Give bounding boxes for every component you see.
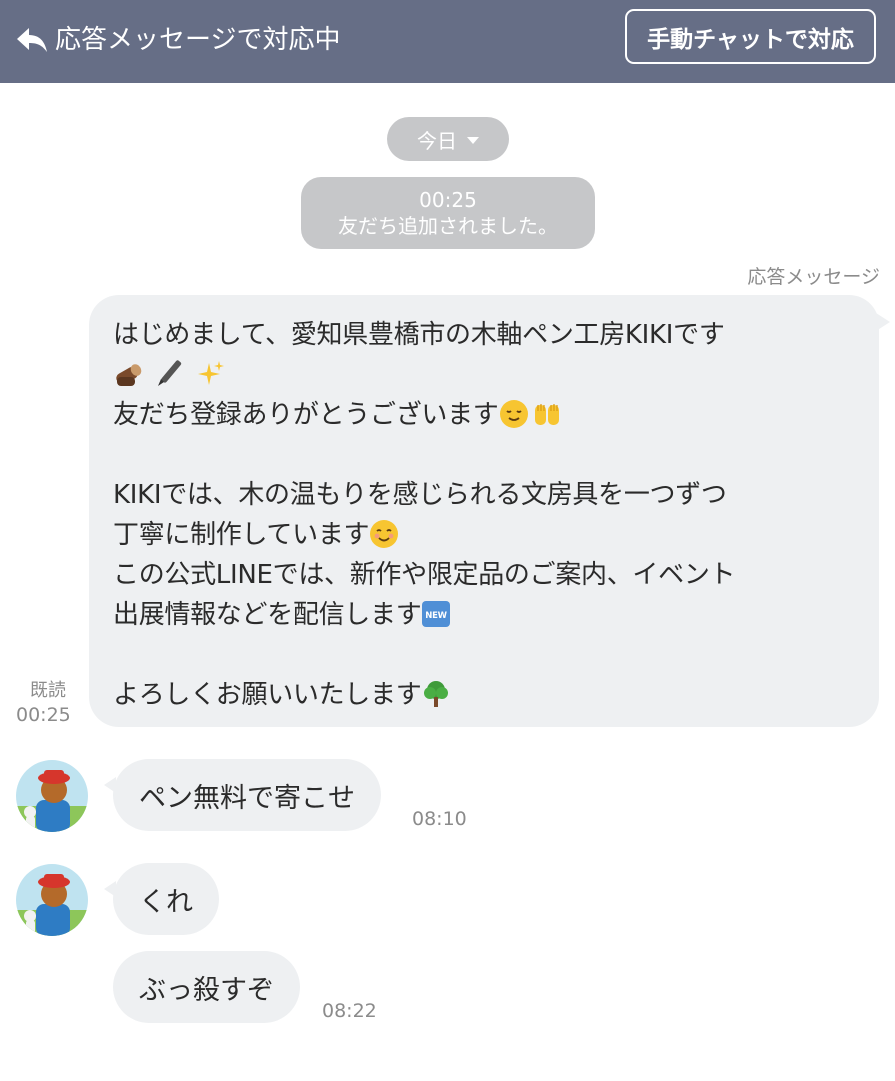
sparkles-emoji [197,361,224,385]
message-time: 08:22 [322,1000,377,1022]
message-line: KIKIでは、木の温もりを感じられる文房具を一つずつ [113,480,727,510]
outgoing-message-bubble[interactable]: はじめまして、愛知県豊橋市の木軸ペン工房KIKIです 友だち登録ありがとうござい… [89,295,890,727]
chevron-down-icon [467,136,479,144]
message-time: 08:10 [412,808,467,830]
message-line: 友だち登録ありがとうございます [113,395,855,435]
raised-hands-emoji [534,404,559,425]
message-text: 友だち登録ありがとうございます [113,400,499,430]
new-button-emoji: NEW [422,601,451,627]
bubble-tail [104,881,116,897]
date-label: 今日 [417,128,457,153]
message-line: 出展情報などを配信します NEW [113,595,855,635]
smiling-face-emoji [370,520,399,548]
relieved-face-emoji [499,400,528,428]
user-avatar[interactable] [16,864,88,936]
message-line: はじめまして、愛知県豊橋市の木軸ペン工房KIKIです [113,320,725,350]
incoming-message-bubble[interactable]: くれ [104,863,219,935]
manual-chat-button[interactable]: 手動チャットで対応 [625,9,876,64]
system-message-time: 00:25 [419,188,477,212]
user-avatar[interactable] [16,760,88,832]
system-message: 00:25 友だち追加されました。 [301,177,595,249]
date-selector[interactable]: 今日 [387,117,509,161]
message-text: くれ [139,886,193,918]
system-message-text: 友だち追加されました。 [338,214,558,238]
message-text: よろしくお願いいたします [113,680,422,710]
back-arrow-icon[interactable] [14,22,50,58]
incoming-message-bubble[interactable]: ペン無料で寄こせ [104,759,381,831]
chat-header: 応答メッセージで対応中 手動チャットで対応 [0,0,895,83]
message-line: この公式LINEでは、新作や限定品のご案内、イベント [113,560,736,590]
message-text: ぶっ殺すぞ [139,974,274,1006]
svg-text:NEW: NEW [426,611,448,621]
emoji-line [113,355,855,395]
message-text: 出展情報などを配信します [113,600,422,630]
header-title: 応答メッセージで対応中 [55,25,341,55]
message-line: よろしくお願いいたします [113,675,855,715]
message-text: ペン無料で寄こせ [139,782,355,814]
outgoing-time: 00:25 [16,704,71,726]
message-text: 丁寧に制作しています [113,520,370,550]
incoming-message-bubble[interactable]: ぶっ殺すぞ [113,951,300,1023]
pen-emoji [157,360,182,386]
bubble-tail [104,777,116,793]
wood-log-emoji [116,364,142,386]
sender-label: 応答メッセージ [747,266,880,288]
read-receipt: 既読 [30,680,66,701]
bubble-tail [876,313,890,331]
tree-emoji [424,681,449,707]
message-line: 丁寧に制作しています [113,515,855,555]
